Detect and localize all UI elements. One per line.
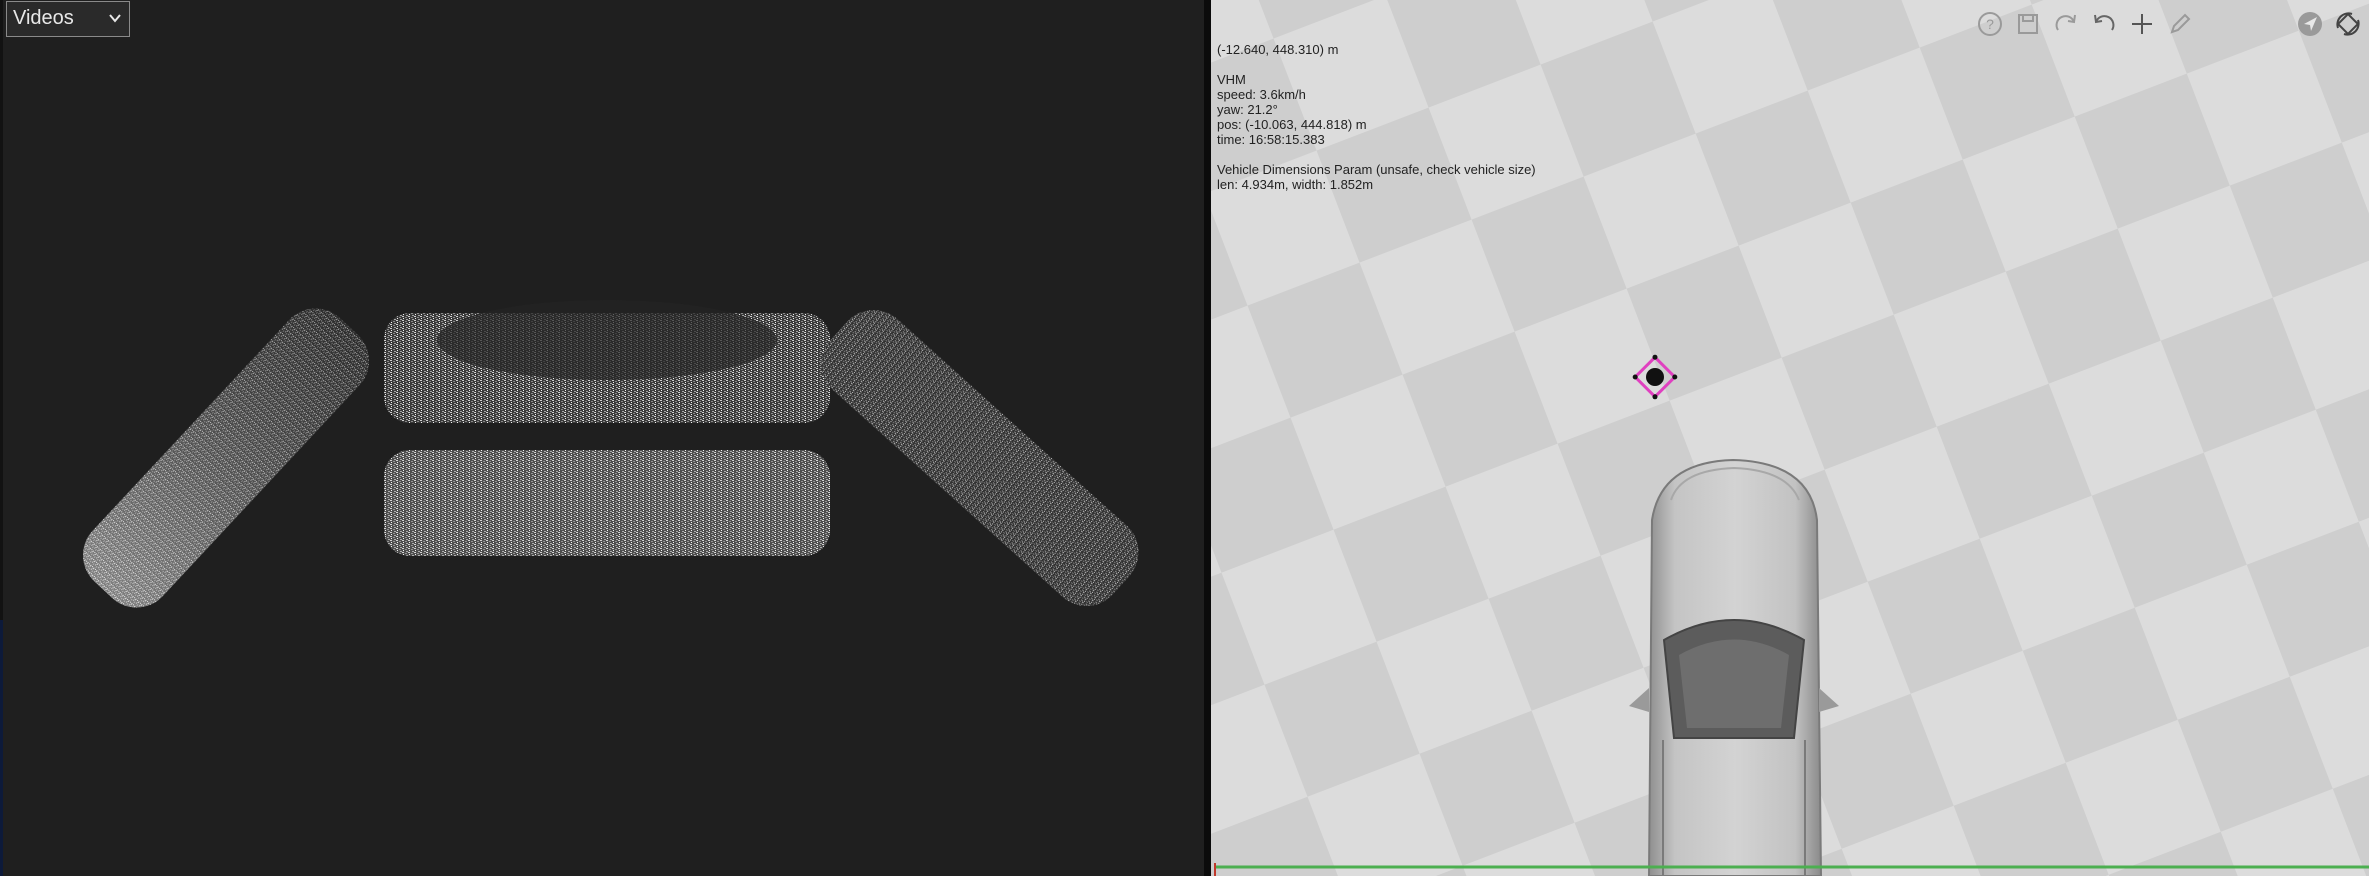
- videos-select[interactable]: Videos: [6, 1, 130, 37]
- vehicle-yaw: yaw: 21.2°: [1217, 102, 1278, 117]
- chevron-down-icon: [109, 14, 121, 23]
- camera-rear-view: [384, 450, 830, 556]
- save-icon[interactable]: [2014, 10, 2042, 38]
- redo-icon[interactable]: [2052, 10, 2080, 38]
- vehicle-time: time: 16:58:15.383: [1217, 132, 1325, 147]
- ego-vehicle: [1629, 458, 1839, 876]
- camera-views: [83, 300, 1139, 608]
- navigate-icon[interactable]: [2296, 10, 2324, 38]
- map-panel[interactable]: (-12.640, 448.310) m VHM speed: 3.6km/h …: [1211, 0, 2369, 876]
- svg-text:?: ?: [1986, 16, 1994, 32]
- panel-splitter[interactable]: [1204, 0, 1211, 876]
- pencil-icon[interactable]: [2166, 10, 2194, 38]
- camera-right-view: [821, 310, 1139, 606]
- rotate-view-icon[interactable]: [2334, 10, 2362, 38]
- undo-icon[interactable]: [2090, 10, 2118, 38]
- vehicle-speed: speed: 3.6km/h: [1217, 87, 1306, 102]
- cursor-position: (-12.640, 448.310) m: [1217, 42, 1339, 57]
- dimensions-title: Vehicle Dimensions Param (unsafe, check …: [1217, 162, 1536, 177]
- camera-front-view: [384, 300, 830, 423]
- video-panel: Videos: [0, 0, 1204, 876]
- vehicle-label: VHM: [1217, 72, 1246, 87]
- map-info-overlay: (-12.640, 448.310) m VHM speed: 3.6km/h …: [1217, 42, 1536, 192]
- add-icon[interactable]: [2128, 10, 2156, 38]
- dimensions-value: len: 4.934m, width: 1.852m: [1217, 177, 1374, 192]
- help-icon[interactable]: ?: [1976, 10, 2004, 38]
- videos-select-value: Videos: [13, 7, 74, 29]
- camera-left-view: [83, 308, 369, 608]
- vehicle-position: pos: (-10.063, 444.818) m: [1217, 117, 1367, 132]
